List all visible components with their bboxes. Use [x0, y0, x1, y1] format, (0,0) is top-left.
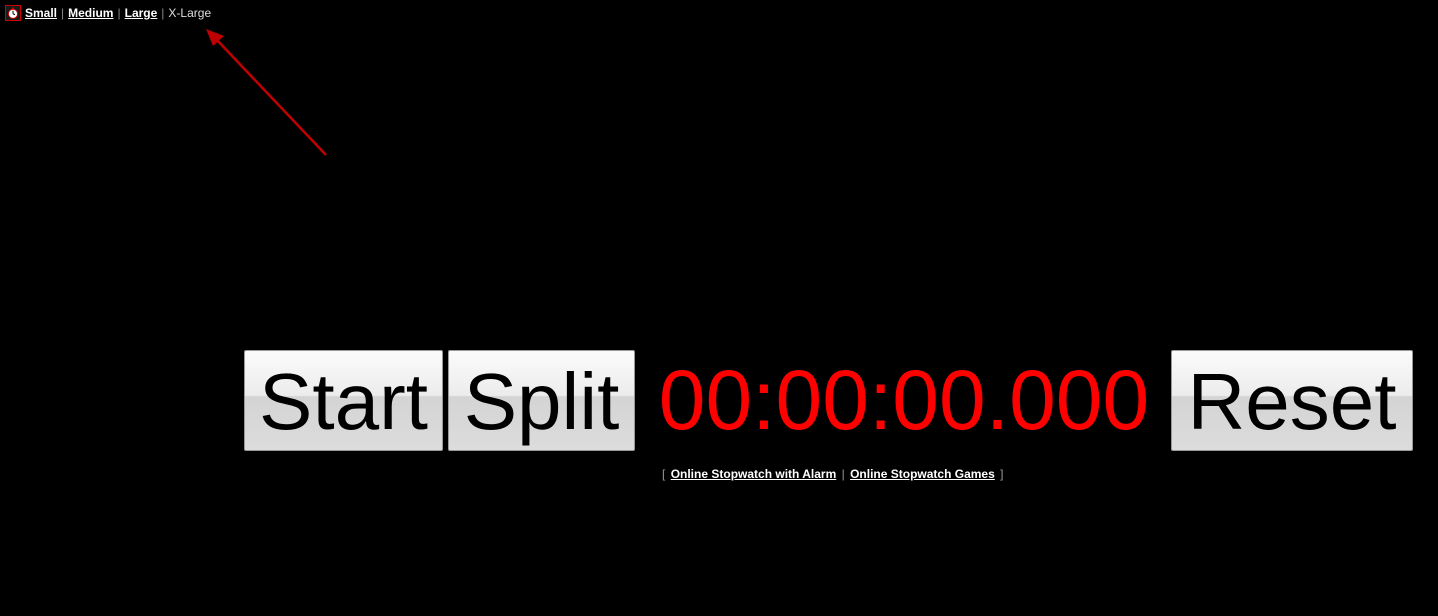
- reset-button[interactable]: Reset: [1171, 350, 1413, 451]
- size-small-link[interactable]: Small: [25, 6, 57, 20]
- open-bracket: [: [662, 467, 666, 481]
- arrow-shaft: [215, 38, 327, 156]
- nav-separator: |: [161, 6, 165, 20]
- footer-separator: |: [841, 467, 845, 481]
- size-nav: Small | Medium | Large | X-Large: [5, 4, 211, 22]
- nav-separator: |: [117, 6, 121, 20]
- arrow-head: [206, 29, 224, 46]
- stopwatch-games-link[interactable]: Online Stopwatch Games: [850, 467, 995, 481]
- stopwatch-icon[interactable]: [5, 5, 21, 21]
- nav-separator: |: [61, 6, 65, 20]
- split-button[interactable]: Split: [448, 350, 635, 451]
- start-button[interactable]: Start: [244, 350, 443, 451]
- stopwatch-icon-graphic: [7, 7, 19, 19]
- size-xlarge-current: X-Large: [168, 6, 212, 20]
- footer-links: [ Online Stopwatch with Alarm | Online S…: [660, 467, 1004, 481]
- size-large-link[interactable]: Large: [125, 6, 158, 20]
- time-display: 00:00:00.000: [658, 353, 1150, 447]
- stopwatch-alarm-link[interactable]: Online Stopwatch with Alarm: [671, 467, 837, 481]
- size-medium-link[interactable]: Medium: [68, 6, 113, 20]
- annotation-arrow: [206, 29, 327, 156]
- close-bracket: ]: [1000, 467, 1004, 481]
